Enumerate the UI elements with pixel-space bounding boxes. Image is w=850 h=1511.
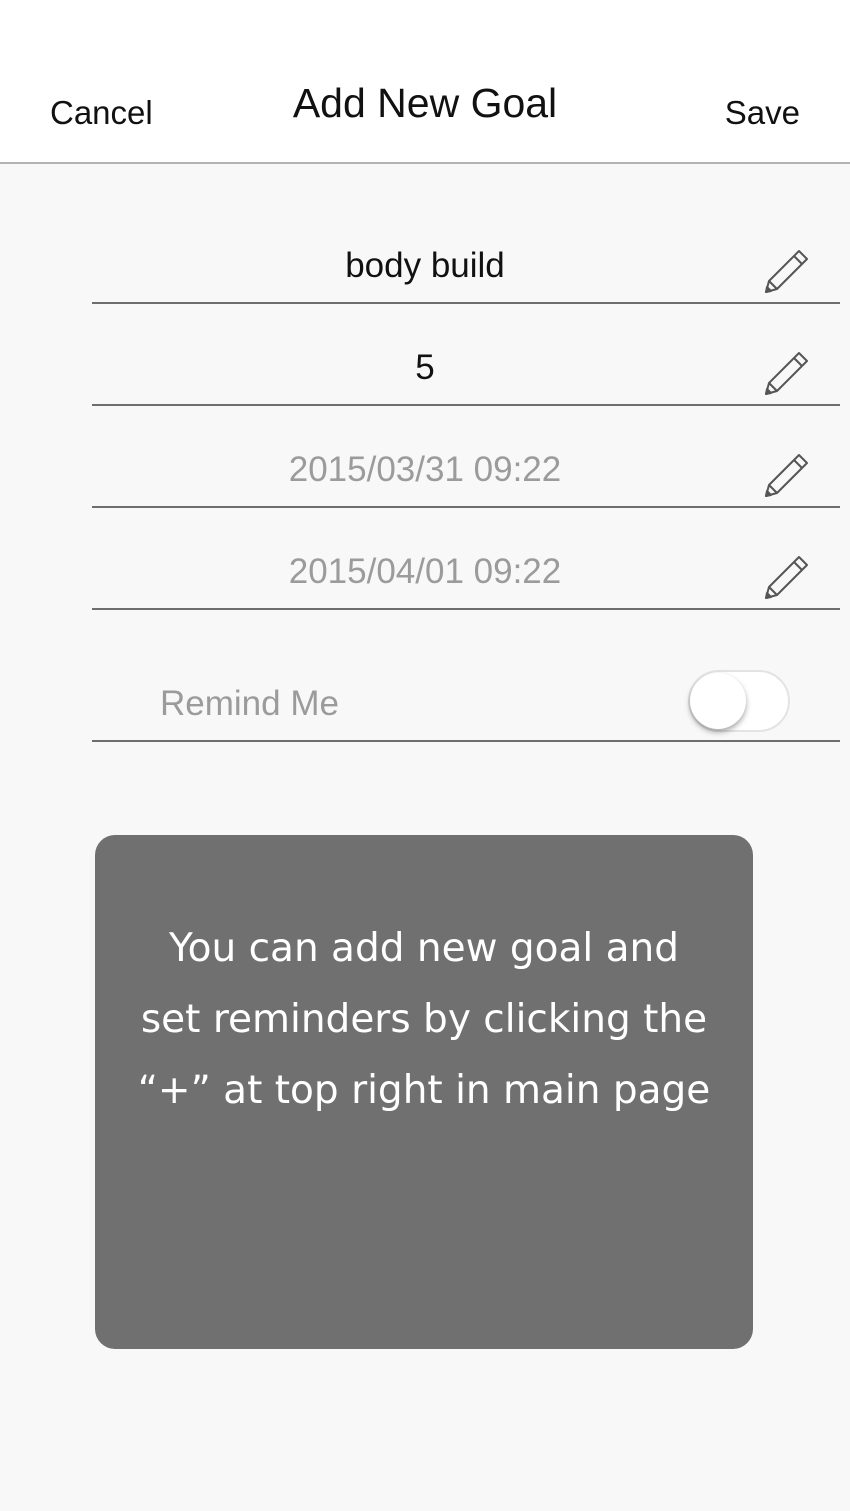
pencil-icon[interactable]: [758, 350, 810, 402]
end-date-field[interactable]: 2015/04/01 09:22: [0, 552, 850, 592]
save-button[interactable]: Save: [725, 94, 800, 132]
pencil-icon[interactable]: [758, 452, 810, 504]
goal-count-field[interactable]: 5: [0, 348, 850, 388]
tip-line: set reminders by clicking the: [140, 997, 708, 1042]
pencil-icon[interactable]: [758, 554, 810, 606]
goal-name-row: body build: [92, 200, 840, 304]
toggle-knob: [690, 673, 746, 729]
remind-label: Remind Me: [160, 684, 339, 723]
remind-row: Remind Me: [92, 640, 840, 742]
tip-text: You can add new goal and set reminders b…: [125, 913, 723, 1126]
remind-toggle[interactable]: [688, 670, 790, 732]
start-date-row: 2015/03/31 09:22: [92, 404, 840, 508]
pencil-icon[interactable]: [758, 248, 810, 300]
tip-overlay: You can add new goal and set reminders b…: [95, 835, 753, 1349]
page-title: Add New Goal: [292, 80, 558, 126]
tip-line: “+” at top right in main page: [137, 1068, 711, 1113]
end-date-row: 2015/04/01 09:22: [92, 506, 840, 610]
tip-line: You can add new goal and: [168, 926, 679, 971]
goal-name-field[interactable]: body build: [0, 246, 850, 286]
goal-count-row: 5: [92, 302, 840, 406]
start-date-field[interactable]: 2015/03/31 09:22: [0, 450, 850, 490]
navigation-bar: Cancel Add New Goal Save: [0, 0, 850, 164]
